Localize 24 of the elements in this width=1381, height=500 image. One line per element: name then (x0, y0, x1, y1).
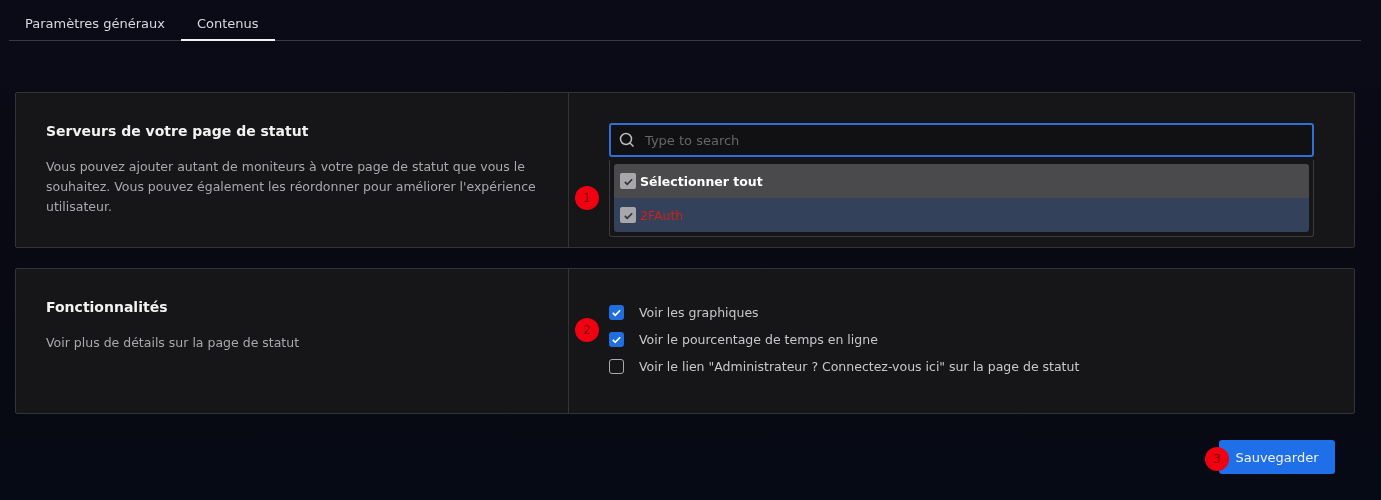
tab[interactable]: Paramètres généraux (9, 10, 181, 41)
section-title: Fonctionnalités (46, 299, 169, 315)
checkbox[interactable] (609, 359, 624, 374)
checkbox[interactable] (620, 207, 636, 223)
search-input[interactable]: Type to search (643, 131, 1304, 149)
checkbox[interactable] (620, 173, 636, 189)
checkbox-label: Voir le pourcentage de temps en ligne (639, 332, 878, 347)
check-icon (611, 334, 622, 345)
section-description: Voir plus de détails sur la page de statut (46, 334, 301, 352)
checkbox-label: Voir le lien "Administrateur ? Connectez-vous ici" sur la page de statut (639, 359, 1080, 374)
save-button[interactable]: Sauvegarder (1219, 440, 1335, 474)
checkbox[interactable] (609, 305, 624, 320)
section-description: Vous pouvez ajouter autant de moniteurs à votre page de statut que vous le souhaitez. Vous pouvez également les réordonner pour améliorer l'expérience utilisateur. (46, 158, 537, 216)
check-icon (611, 307, 622, 318)
tab[interactable]: Contenus (181, 10, 275, 41)
section-title: Serveurs de votre page de statut (46, 123, 310, 139)
search-field[interactable]: Type to search (609, 123, 1314, 157)
search-icon (619, 132, 635, 148)
checkbox-label: Voir les graphiques (639, 305, 759, 320)
checkbox[interactable] (609, 332, 624, 347)
step-marker: 1 (575, 186, 599, 210)
step-marker: 2 (575, 318, 599, 342)
option-label[interactable]: Sélectionner tout (640, 173, 763, 189)
step-marker: 3 (1205, 447, 1229, 471)
